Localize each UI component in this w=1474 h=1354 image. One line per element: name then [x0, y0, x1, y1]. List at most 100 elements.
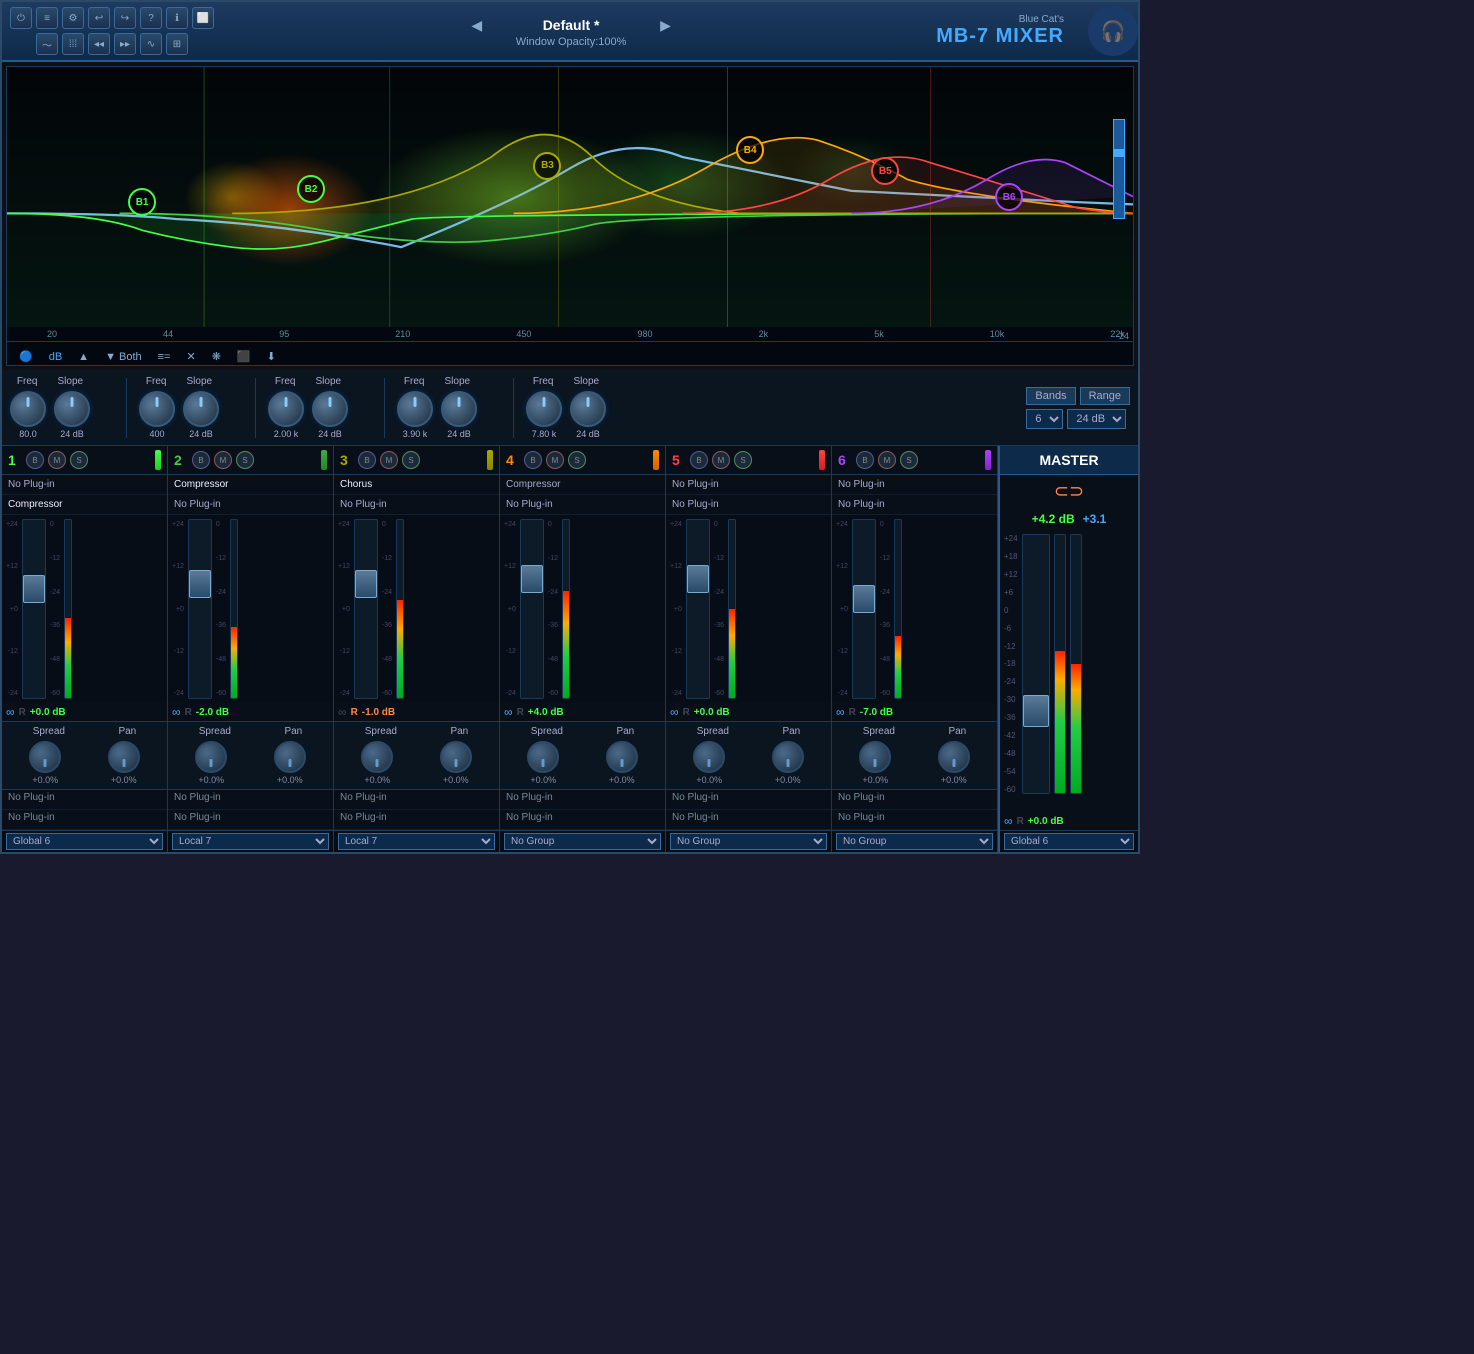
ch5-bottom-plugin1[interactable]: No Plug-in: [666, 790, 831, 810]
settings-button[interactable]: ⚙: [62, 7, 84, 29]
ch3-bottom-plugin2[interactable]: No Plug-in: [334, 810, 499, 830]
preset-next[interactable]: ▶: [654, 15, 677, 36]
ch4-fader-thumb[interactable]: [521, 565, 543, 593]
preset-name[interactable]: Default *: [496, 17, 646, 33]
ch2-record-btn[interactable]: R: [185, 707, 192, 718]
band4-freq-knob[interactable]: [397, 391, 433, 427]
band-handle-b1[interactable]: B1: [128, 188, 156, 216]
ch5-pan-knob[interactable]: [772, 741, 804, 773]
band2-slope-knob[interactable]: [183, 391, 219, 427]
undo-button[interactable]: ↩: [88, 7, 110, 29]
band1-freq-knob[interactable]: [10, 391, 46, 427]
ch4-link-btn[interactable]: ∞: [504, 705, 513, 719]
ch6-pan-knob[interactable]: [938, 741, 970, 773]
ch4-pan-knob[interactable]: [606, 741, 638, 773]
master-group-selector[interactable]: Global 6: [1000, 830, 1138, 852]
range-select[interactable]: 24 dB: [1067, 409, 1126, 429]
ch6-plugin1[interactable]: No Plug-in: [832, 475, 997, 495]
ch3-pan-knob[interactable]: [440, 741, 472, 773]
window-button[interactable]: ⬜: [192, 7, 214, 29]
ch4-record-btn[interactable]: R: [517, 707, 524, 718]
ch2-group-dropdown[interactable]: Local 7: [172, 833, 329, 850]
ch2-bottom-plugin2[interactable]: No Plug-in: [168, 810, 333, 830]
ch4-group-dropdown[interactable]: No Group: [504, 833, 661, 850]
ch5-group-dropdown[interactable]: No Group: [670, 833, 827, 850]
ch1-spread-knob[interactable]: [29, 741, 61, 773]
band-handle-b6[interactable]: B6: [995, 183, 1023, 211]
ch3-group-dropdown[interactable]: Local 7: [338, 833, 495, 850]
power-button[interactable]: ⏻: [10, 7, 32, 29]
ch6-group-selector[interactable]: No Group: [832, 830, 997, 852]
ch2-bottom-plugin1[interactable]: No Plug-in: [168, 790, 333, 810]
ch6-link-btn[interactable]: ∞: [836, 705, 845, 719]
band3-slope-knob[interactable]: [312, 391, 348, 427]
ch3-spread-knob[interactable]: [361, 741, 393, 773]
ch6-bottom-plugin1[interactable]: No Plug-in: [832, 790, 997, 810]
ch4-bottom-plugin1[interactable]: No Plug-in: [500, 790, 665, 810]
ch4-bypass-btn[interactable]: B: [524, 451, 542, 469]
ch6-mute-btn[interactable]: M: [878, 451, 896, 469]
band1-slope-knob[interactable]: [54, 391, 90, 427]
ch1-group-dropdown[interactable]: Global 6: [6, 833, 163, 850]
ch1-group-selector[interactable]: Global 6: [2, 830, 167, 852]
band-handle-b2[interactable]: B2: [297, 175, 325, 203]
ch6-fader-thumb[interactable]: [853, 585, 875, 613]
ch5-spread-knob[interactable]: [693, 741, 725, 773]
ch2-bypass-btn[interactable]: B: [192, 451, 210, 469]
ch4-plugin2[interactable]: No Plug-in: [500, 495, 665, 515]
spectrum-eq-btn[interactable]: ≡=: [154, 349, 175, 365]
ch1-plugin2[interactable]: Compressor: [2, 495, 167, 515]
ch2-link-btn[interactable]: ∞: [172, 705, 181, 719]
ch1-bottom-plugin2[interactable]: No Plug-in: [2, 810, 167, 830]
band4-slope-knob[interactable]: [441, 391, 477, 427]
ch2-spread-knob[interactable]: [195, 741, 227, 773]
ch4-group-selector[interactable]: No Group: [500, 830, 665, 852]
ch6-group-dropdown[interactable]: No Group: [836, 833, 993, 850]
ch4-plugin1[interactable]: Compressor: [500, 475, 665, 495]
ch4-bottom-plugin2[interactable]: No Plug-in: [500, 810, 665, 830]
ch2-group-selector[interactable]: Local 7: [168, 830, 333, 852]
ch3-link-btn[interactable]: ∞: [338, 705, 347, 719]
spectrum-both-dropdown[interactable]: ▼ Both: [101, 349, 146, 365]
ch3-mute-btn[interactable]: M: [380, 451, 398, 469]
ch3-bottom-plugin1[interactable]: No Plug-in: [334, 790, 499, 810]
ch5-plugin1[interactable]: No Plug-in: [666, 475, 831, 495]
ch5-link-btn[interactable]: ∞: [670, 705, 679, 719]
band5-freq-knob[interactable]: [526, 391, 562, 427]
graph-button[interactable]: 〜: [36, 33, 58, 55]
ch2-fader[interactable]: [188, 519, 212, 699]
band-handle-b4[interactable]: B4: [736, 136, 764, 164]
ch2-plugin1[interactable]: Compressor: [168, 475, 333, 495]
ch4-fader[interactable]: [520, 519, 544, 699]
bands-select[interactable]: 6: [1026, 409, 1063, 429]
ch3-bypass-btn[interactable]: B: [358, 451, 376, 469]
tool-button[interactable]: ⊞: [166, 33, 188, 55]
ch3-solo-btn[interactable]: S: [402, 451, 420, 469]
ch1-bottom-plugin1[interactable]: No Plug-in: [2, 790, 167, 810]
ch2-plugin2[interactable]: No Plug-in: [168, 495, 333, 515]
master-link-left[interactable]: ⊂⊃: [1054, 481, 1084, 502]
right-button[interactable]: ▸▸: [114, 33, 136, 55]
ch6-bypass-btn[interactable]: B: [856, 451, 874, 469]
ch5-fader[interactable]: [686, 519, 710, 699]
ch5-fader-thumb[interactable]: [687, 565, 709, 593]
ch5-mute-btn[interactable]: M: [712, 451, 730, 469]
ch1-fader[interactable]: [22, 519, 46, 699]
master-link-btn[interactable]: ∞: [1004, 814, 1013, 828]
ch4-mute-btn[interactable]: M: [546, 451, 564, 469]
ch3-fader[interactable]: [354, 519, 378, 699]
master-record-btn[interactable]: R: [1017, 816, 1024, 827]
ch3-group-selector[interactable]: Local 7: [334, 830, 499, 852]
ch4-solo-btn[interactable]: S: [568, 451, 586, 469]
spectrum-bars-btn[interactable]: ⬛: [233, 348, 255, 365]
menu-button[interactable]: ≡: [36, 7, 58, 29]
ch1-record-btn[interactable]: R: [19, 707, 26, 718]
ch6-fader[interactable]: [852, 519, 876, 699]
master-fader[interactable]: [1022, 534, 1050, 794]
grid-button[interactable]: ⁞⁞⁞: [62, 33, 84, 55]
master-fader-thumb[interactable]: [1023, 695, 1049, 727]
ch6-spread-knob[interactable]: [859, 741, 891, 773]
ch5-bottom-plugin2[interactable]: No Plug-in: [666, 810, 831, 830]
spectrum-db-btn[interactable]: dB: [45, 349, 66, 365]
ch1-pan-knob[interactable]: [108, 741, 140, 773]
